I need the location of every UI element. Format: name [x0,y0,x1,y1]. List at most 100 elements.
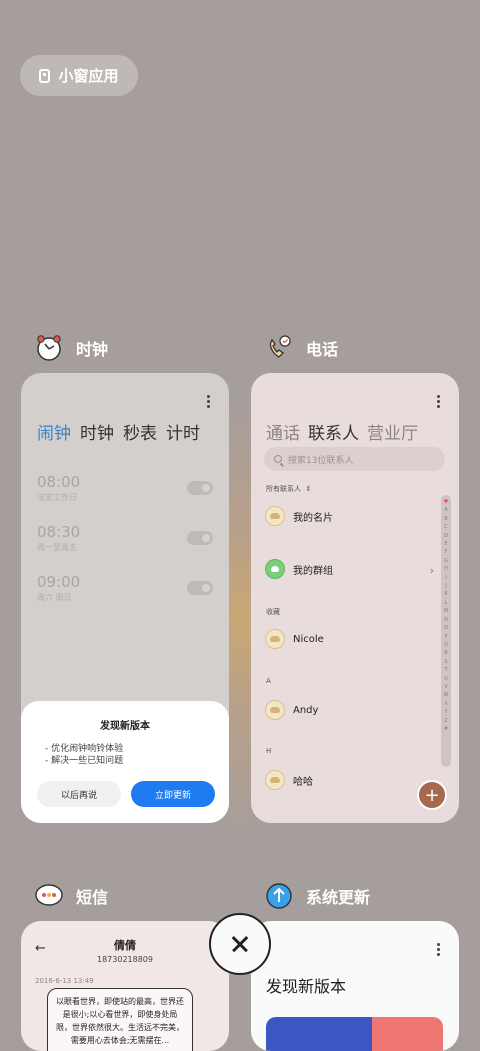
update-title: 发现新版本 [266,977,347,996]
index-letter[interactable]: E [444,540,447,548]
dialog-title: 发现新版本 [100,721,150,732]
contact-name: Andy [293,704,319,716]
tab-contacts[interactable]: 联系人 [308,419,359,444]
index-letter[interactable]: B [444,515,447,523]
avatar [265,506,285,526]
index-letter[interactable]: M [444,607,448,615]
all-contacts-filter[interactable]: 所有联系人 ⇕ [266,484,311,494]
alarm-item[interactable]: 08:30 周一至周五 [37,523,213,563]
message-bubble[interactable]: 以眼看世界，即使站的最高，世界还是很小;以心看世界，即使身处局限，世界依然很大。… [47,988,193,1051]
tab-stopwatch[interactable]: 秒表 [123,419,157,444]
index-letter[interactable]: C [444,523,448,531]
my-card-row[interactable]: 我的名片 [265,506,333,526]
sms-app-name: 短信 [76,888,109,907]
alarm-repeat: 周一至周五 [37,543,77,552]
more-options-icon[interactable] [437,943,441,956]
alarm-toggle[interactable] [187,531,213,545]
index-letter[interactable]: A [444,506,447,514]
contact-name: Nicole [293,633,324,645]
index-letter[interactable]: Z [444,717,447,725]
index-letter[interactable]: X [444,700,447,708]
phone-icon [264,333,294,363]
index-letter[interactable]: L [445,599,448,607]
message-timestamp: 2016-6-13 13:49 [35,977,94,985]
index-letter[interactable]: F [445,548,448,556]
tab-service-hall[interactable]: 营业厅 [367,419,418,444]
chevron-right-icon: › [429,564,434,577]
alarm-repeat: 周六 周日 [37,593,72,602]
alarm-item[interactable]: 08:00 法定工作日 [37,473,213,513]
index-letter[interactable]: P [444,633,447,641]
index-letter[interactable]: J [445,582,446,590]
index-letter[interactable]: W [444,691,449,699]
contact-number: 18730218809 [97,955,153,964]
contact-name: 哈哈 [293,776,313,788]
index-letter[interactable]: O [444,624,448,632]
my-groups-label: 我的群组 [293,565,333,577]
more-options-icon[interactable] [437,395,441,408]
alarm-toggle[interactable] [187,481,213,495]
index-letter[interactable]: K [444,590,447,598]
sms-app-header[interactable]: 短信 [34,881,108,911]
phone-app-card[interactable]: 通话 联系人 营业厅 搜索13位联系人 所有联系人 ⇕ 我的名片 我的群组 › … [251,373,459,823]
phone-app-name: 电话 [306,340,339,359]
index-letter[interactable]: N [444,616,448,624]
favorites-header: 收藏 [266,608,280,616]
index-letter[interactable]: I [445,574,446,582]
contact-search-input[interactable]: 搜索13位联系人 [264,447,445,471]
contact-row[interactable]: 哈哈 [265,770,313,790]
more-options-icon[interactable] [207,395,211,408]
clock-app-header[interactable]: 时钟 [34,333,108,363]
update-app-name: 系统更新 [306,888,371,907]
index-letter[interactable]: S [444,658,447,666]
contact-row[interactable]: Andy [265,700,318,720]
group-avatar [265,559,285,579]
index-letter[interactable]: Y [444,708,447,716]
close-all-button[interactable] [209,913,271,975]
system-update-icon [264,881,294,911]
index-letter[interactable]: U [444,675,448,683]
my-groups-row[interactable]: 我的群组 [265,559,333,579]
index-letter[interactable]: H [444,565,448,573]
index-letter[interactable]: D [444,532,448,540]
index-letter[interactable]: R [444,649,447,657]
later-button[interactable]: 以后再说 [37,781,121,807]
tab-timer[interactable]: 计时 [166,419,200,444]
clock-app-card[interactable]: 闹钟 时钟 秒表 计时 08:00 法定工作日 08:30 周一至周五 09:0… [21,373,229,823]
floating-window-icon [39,68,51,83]
alarm-toggle[interactable] [187,581,213,595]
index-letter[interactable]: # [444,725,448,733]
conversation-header: 倩倩 18730218809 [21,937,229,964]
update-now-button[interactable]: 立即更新 [131,781,215,807]
my-card-label: 我的名片 [293,512,333,524]
contact-row[interactable]: Nicole [265,629,324,649]
alarm-item[interactable]: 09:00 周六 周日 [37,573,213,613]
add-contact-button[interactable]: + [417,780,447,810]
section-header: A [266,677,271,685]
avatar [265,629,285,649]
all-contacts-label: 所有联系人 [266,485,301,493]
phone-app-header[interactable]: 电话 [264,333,338,363]
avatar [265,770,285,790]
update-banner-image [266,1017,443,1051]
index-letter[interactable]: G [444,557,448,565]
index-letter[interactable]: T [444,666,447,674]
update-app-header[interactable]: 系统更新 [264,881,370,911]
alarm-repeat: 法定工作日 [37,493,77,502]
tab-alarm[interactable]: 闹钟 [37,419,71,444]
sms-app-card[interactable]: ← 倩倩 18730218809 2016-6-13 13:49 以眼看世界，即… [21,921,229,1051]
clock-tabs: 闹钟 时钟 秒表 计时 [37,419,200,444]
tab-calls[interactable]: 通话 [266,419,300,444]
alarm-clock-icon [34,333,64,363]
phone-tabs: 通话 联系人 营业厅 [266,419,418,444]
index-letter[interactable]: Q [444,641,448,649]
favorites-heart-icon: ♥ [443,499,449,505]
tab-clock[interactable]: 时钟 [80,419,114,444]
sort-toggle-icon: ⇕ [303,485,312,493]
floating-windows-button[interactable]: 小窗应用 [20,55,138,96]
update-dialog: 发现新版本 - 优化闹钟响铃体验 - 解决一些已知问题 以后再说 立即更新 [21,701,229,823]
alphabet-index-scrollbar[interactable]: ♥ A B C D E F G H I J K L M N O P Q R S T U V W X Y Z # [441,495,451,767]
index-letter[interactable]: V [444,683,447,691]
search-icon [274,455,282,463]
update-app-card[interactable]: 发现新版本 [251,921,459,1051]
